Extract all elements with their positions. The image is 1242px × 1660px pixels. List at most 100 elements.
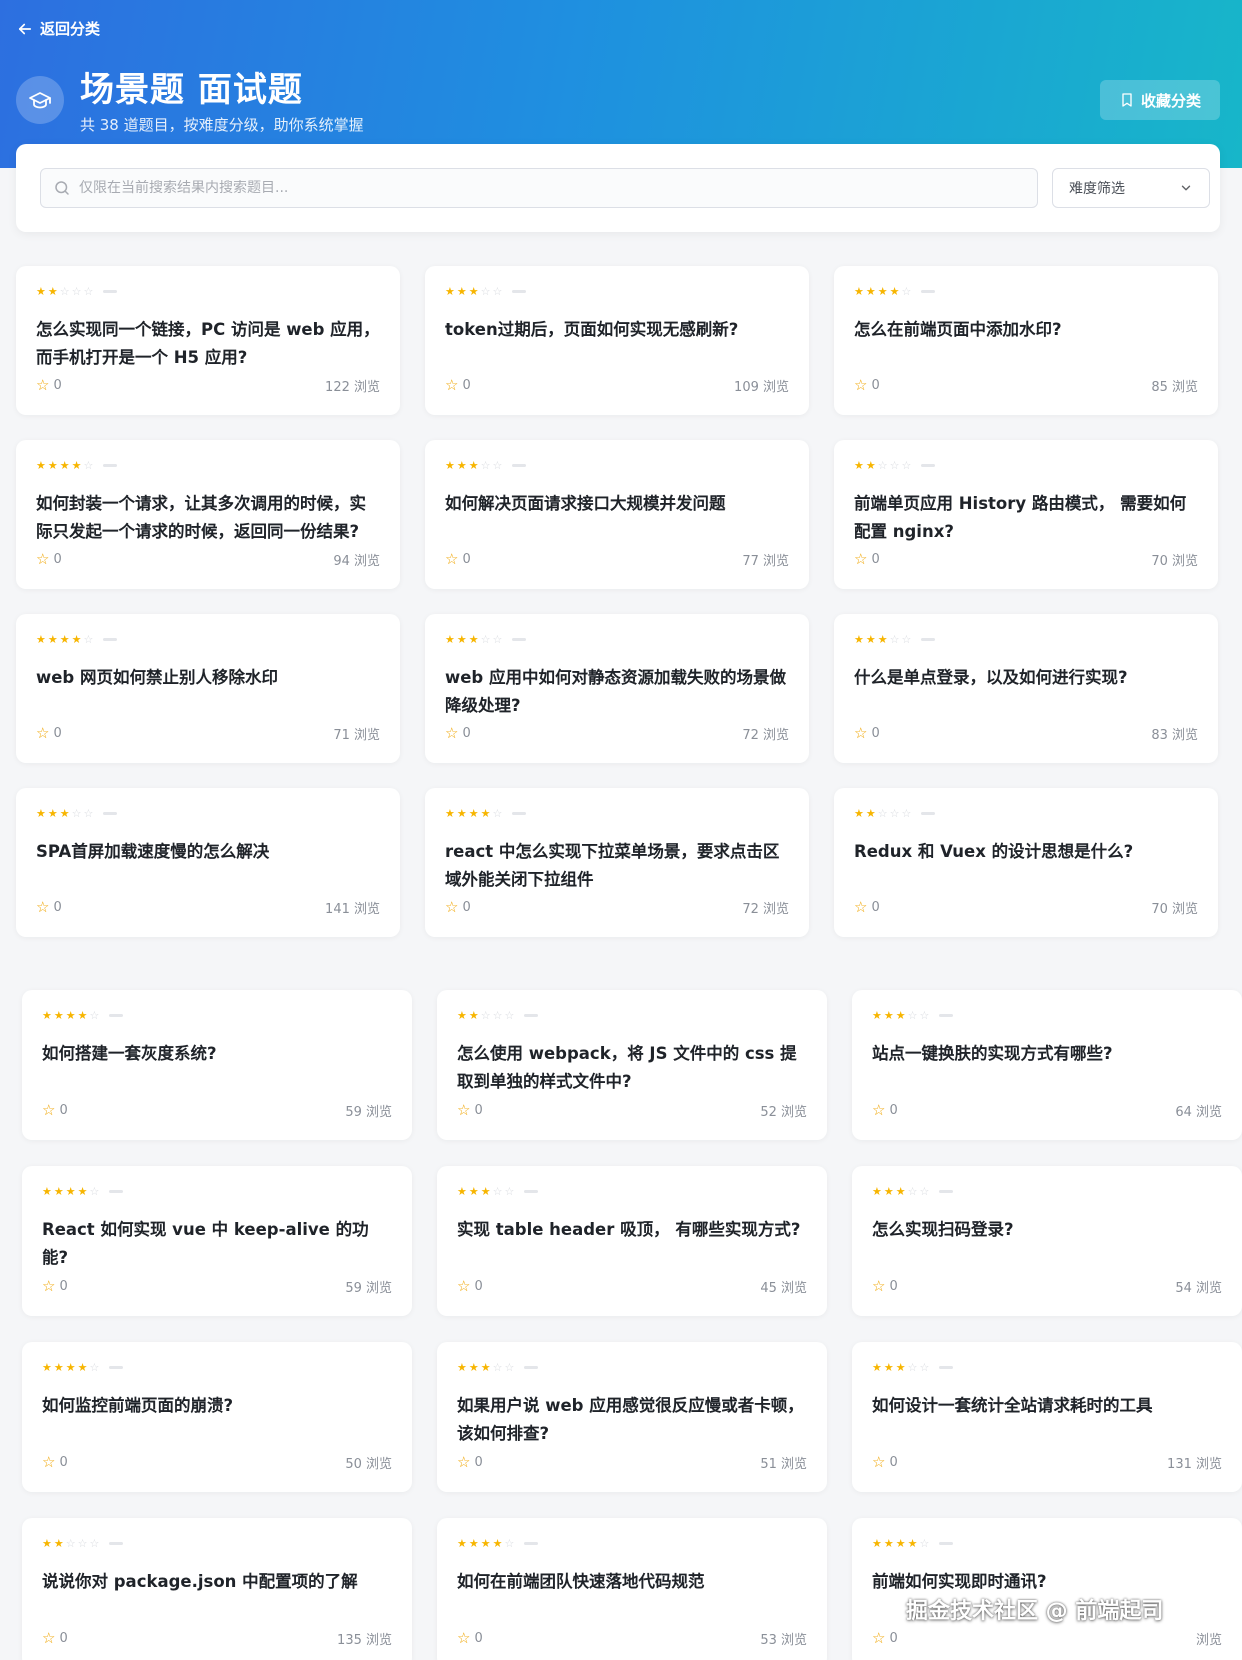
question-card[interactable]: ★ ★ ☆ ☆ ☆ 说说你对 package.json 中配置项的了解 ☆ 0 135 浏览 (22, 1518, 412, 1660)
question-title[interactable]: react 中怎么实现下拉菜单场景，要求点击区域外能关闭下拉组件 (445, 838, 789, 894)
difficulty-badge (921, 811, 936, 815)
question-title[interactable]: 说说你对 package.json 中配置项的了解 (42, 1568, 392, 1624)
question-title[interactable]: React 如何实现 vue 中 keep-alive 的功能? (42, 1216, 392, 1272)
question-grid-1: ★ ★ ☆ ☆ ☆ 怎么实现同一个链接，PC 访问是 web 应用，而手机打开是一个 H5… (16, 266, 1218, 937)
question-card[interactable]: ★ ★ ★ ☆ ☆ 如果用户说 web 应用感觉很反应慢或者卡顿，该如何排查? ☆ 0 51 浏… (437, 1342, 827, 1492)
back-to-category-link[interactable]: 返回分类 (16, 18, 100, 39)
question-card[interactable]: ★ ★ ★ ☆ ☆ 实现 table header 吸顶， 有哪些实现方式? ☆ 0 45 浏览 (437, 1166, 827, 1316)
star-icon: ☆ (889, 806, 900, 820)
question-title[interactable]: 怎么实现同一个链接，PC 访问是 web 应用，而手机打开是一个 H5 应用? (36, 316, 380, 372)
difficulty-filter-select[interactable]: 难度筛选 (1052, 168, 1210, 208)
question-card[interactable]: ★ ★ ★ ☆ ☆ 怎么实现扫码登录? ☆ 0 54 浏览 (852, 1166, 1242, 1316)
star-icon: ☆ (901, 284, 912, 298)
question-title[interactable]: 如何搭建一套灰度系统? (42, 1040, 392, 1096)
favorite-toggle[interactable]: ☆ 0 (872, 1279, 898, 1295)
star-icon: ☆ (901, 458, 912, 472)
question-card[interactable]: ★ ★ ★ ☆ ☆ 站点一键换肤的实现方式有哪些? ☆ 0 64 浏览 (852, 990, 1242, 1140)
favorite-toggle[interactable]: ☆ 0 (36, 726, 62, 742)
favorite-toggle[interactable]: ☆ 0 (457, 1631, 483, 1647)
question-title[interactable]: 如何解决页面请求接口大规模并发问题 (445, 490, 789, 546)
favorite-toggle[interactable]: ☆ 0 (36, 378, 62, 394)
favorite-toggle[interactable]: ☆ 0 (457, 1103, 483, 1119)
question-title[interactable]: 怎么实现扫码登录? (872, 1216, 1222, 1272)
question-card[interactable]: ★ ★ ★ ★ ☆ 如何监控前端页面的崩溃? ☆ 0 50 浏览 (22, 1342, 412, 1492)
star-icon: ☆ (42, 1277, 56, 1295)
question-title[interactable]: 站点一键换肤的实现方式有哪些? (872, 1040, 1222, 1096)
star-icon: ★ (36, 284, 46, 298)
favorite-toggle[interactable]: ☆ 0 (42, 1455, 68, 1471)
favorite-count: 0 (889, 1455, 898, 1470)
favorite-toggle[interactable]: ☆ 0 (42, 1631, 68, 1647)
favorite-toggle[interactable]: ☆ 0 (36, 552, 62, 568)
question-title[interactable]: 前端单页应用 History 路由模式， 需要如何配置 nginx? (854, 490, 1198, 546)
question-title[interactable]: 如果用户说 web 应用感觉很反应慢或者卡顿，该如何排查? (457, 1392, 807, 1448)
question-title[interactable]: web 应用中如何对静态资源加载失败的场景做降级处理? (445, 664, 789, 720)
favorite-toggle[interactable]: ☆ 0 (445, 900, 471, 916)
favorite-toggle[interactable]: ☆ 0 (42, 1277, 68, 1295)
question-card[interactable]: ★ ★ ★ ☆ ☆ SPA首屏加载速度慢的怎么解决 ☆ 0 141 浏览 (16, 788, 400, 937)
question-title[interactable]: 如何设计一套统计全站请求耗时的工具 (872, 1392, 1222, 1448)
question-card[interactable]: ★ ★ ★ ☆ ☆ token过期后，页面如何实现无感刷新? ☆ 0 109 浏览 (425, 266, 809, 415)
question-card[interactable]: ★ ★ ★ ☆ ☆ 如何设计一套统计全站请求耗时的工具 ☆ 0 131 浏览 (852, 1342, 1242, 1492)
favorite-toggle[interactable]: ☆ 0 (854, 726, 880, 742)
star-icon: ☆ (445, 376, 459, 394)
search-icon (55, 181, 69, 195)
favorite-toggle[interactable]: ☆ 0 (36, 900, 62, 916)
difficulty-stars: ★ ★ ★ ☆ ☆ (445, 632, 789, 646)
difficulty-badge (921, 637, 936, 641)
favorite-toggle[interactable]: ☆ 0 (445, 552, 471, 568)
favorite-toggle[interactable]: ☆ 0 (854, 376, 880, 394)
question-card[interactable]: ★ ★ ★ ★ ☆ web 网页如何禁止别人移除水印 ☆ 0 71 浏览 (16, 614, 400, 763)
question-card[interactable]: ★ ★ ★ ★ ☆ 怎么在前端页面中添加水印? ☆ 0 85 浏览 (834, 266, 1218, 415)
question-card[interactable]: ★ ★ ★ ★ ☆ 如何搭建一套灰度系统? ☆ 0 59 浏览 (22, 990, 412, 1140)
favorite-toggle[interactable]: ☆ 0 (872, 1631, 898, 1647)
question-card[interactable]: ★ ★ ★ ★ ☆ 如何在前端团队快速落地代码规范 ☆ 0 53 浏览 (437, 1518, 827, 1660)
question-card[interactable]: ★ ★ ★ ★ ☆ React 如何实现 vue 中 keep-alive 的功能? ☆ 0 5… (22, 1166, 412, 1316)
question-title[interactable]: 如何封装一个请求，让其多次调用的时候，实际只发起一个请求的时候，返回同一份结果? (36, 490, 380, 546)
question-title[interactable]: 怎么在前端页面中添加水印? (854, 316, 1198, 372)
question-card[interactable]: ★ ★ ★ ★ ☆ 如何封装一个请求，让其多次调用的时候，实际只发起一个请求的时候，返回同… (16, 440, 400, 589)
question-title[interactable]: Redux 和 Vuex 的设计思想是什么? (854, 838, 1198, 894)
favorite-toggle[interactable]: ☆ 0 (445, 726, 471, 742)
favorite-toggle[interactable]: ☆ 0 (42, 1103, 68, 1119)
question-card[interactable]: ★ ★ ★ ☆ ☆ web 应用中如何对静态资源加载失败的场景做降级处理? ☆ 0 72 浏览 (425, 614, 809, 763)
star-icon: ★ (877, 632, 888, 646)
favorite-toggle[interactable]: ☆ 0 (854, 552, 880, 568)
favorite-count: 0 (462, 552, 471, 567)
question-title[interactable]: token过期后，页面如何实现无感刷新? (445, 316, 789, 372)
question-title[interactable]: SPA首屏加载速度慢的怎么解决 (36, 838, 380, 894)
question-title[interactable]: 实现 table header 吸顶， 有哪些实现方式? (457, 1216, 807, 1272)
question-card[interactable]: ★ ★ ★ ★ ☆ react 中怎么实现下拉菜单场景，要求点击区域外能关闭下拉组件 ☆ 0 7… (425, 788, 809, 937)
question-title[interactable]: 如何监控前端页面的崩溃? (42, 1392, 392, 1448)
favorite-category-button[interactable]: 收藏分类 (1100, 80, 1220, 120)
star-icon: ★ (456, 458, 467, 472)
question-card[interactable]: ★ ★ ☆ ☆ ☆ 前端单页应用 History 路由模式， 需要如何配置 nginx? ☆… (834, 440, 1218, 589)
question-title[interactable]: 什么是单点登录，以及如何进行实现? (854, 664, 1198, 720)
star-icon: ★ (907, 1536, 918, 1550)
favorite-toggle[interactable]: ☆ 0 (872, 1103, 898, 1119)
question-card[interactable]: ★ ★ ☆ ☆ ☆ 怎么使用 webpack，将 JS 文件中的 css 提取到单独的样式… (437, 990, 827, 1140)
difficulty-stars: ★ ★ ★ ☆ ☆ (872, 1360, 1222, 1374)
difficulty-badge (939, 1013, 954, 1017)
card-footer: ☆ 0 59 浏览 (42, 1101, 392, 1121)
search-input[interactable] (79, 180, 1037, 196)
favorite-toggle[interactable]: ☆ 0 (872, 1455, 898, 1471)
view-count: 45 浏览 (760, 1281, 807, 1296)
question-card[interactable]: ★ ★ ☆ ☆ ☆ 怎么实现同一个链接，PC 访问是 web 应用，而手机打开是一个 H5… (16, 266, 400, 415)
question-card[interactable]: ★ ★ ☆ ☆ ☆ Redux 和 Vuex 的设计思想是什么? ☆ 0 70 浏览 (834, 788, 1218, 937)
favorite-toggle[interactable]: ☆ 0 (854, 900, 880, 916)
question-title[interactable]: web 网页如何禁止别人移除水印 (36, 664, 380, 720)
favorite-toggle[interactable]: ☆ 0 (457, 1455, 483, 1471)
favorite-toggle[interactable]: ☆ 0 (445, 376, 471, 394)
card-footer: ☆ 0 77 浏览 (445, 550, 789, 570)
favorite-toggle[interactable]: ☆ 0 (457, 1279, 483, 1295)
question-card[interactable]: ★ ★ ★ ☆ ☆ 什么是单点登录，以及如何进行实现? ☆ 0 83 浏览 (834, 614, 1218, 763)
star-icon: ☆ (854, 376, 868, 394)
search-box[interactable] (40, 168, 1038, 208)
question-card[interactable]: ★ ★ ★ ☆ ☆ 如何解决页面请求接口大规模并发问题 ☆ 0 77 浏览 (425, 440, 809, 589)
question-title[interactable]: 如何在前端团队快速落地代码规范 (457, 1568, 807, 1624)
question-title[interactable]: 怎么使用 webpack，将 JS 文件中的 css 提取到单独的样式文件中? (457, 1040, 807, 1096)
difficulty-badge (512, 811, 527, 815)
question-card[interactable]: ★ ★ ★ ★ ☆ 前端如何实现即时通讯? ☆ 0 浏览 (852, 1518, 1242, 1660)
card-footer: ☆ 0 70 浏览 (854, 898, 1198, 918)
